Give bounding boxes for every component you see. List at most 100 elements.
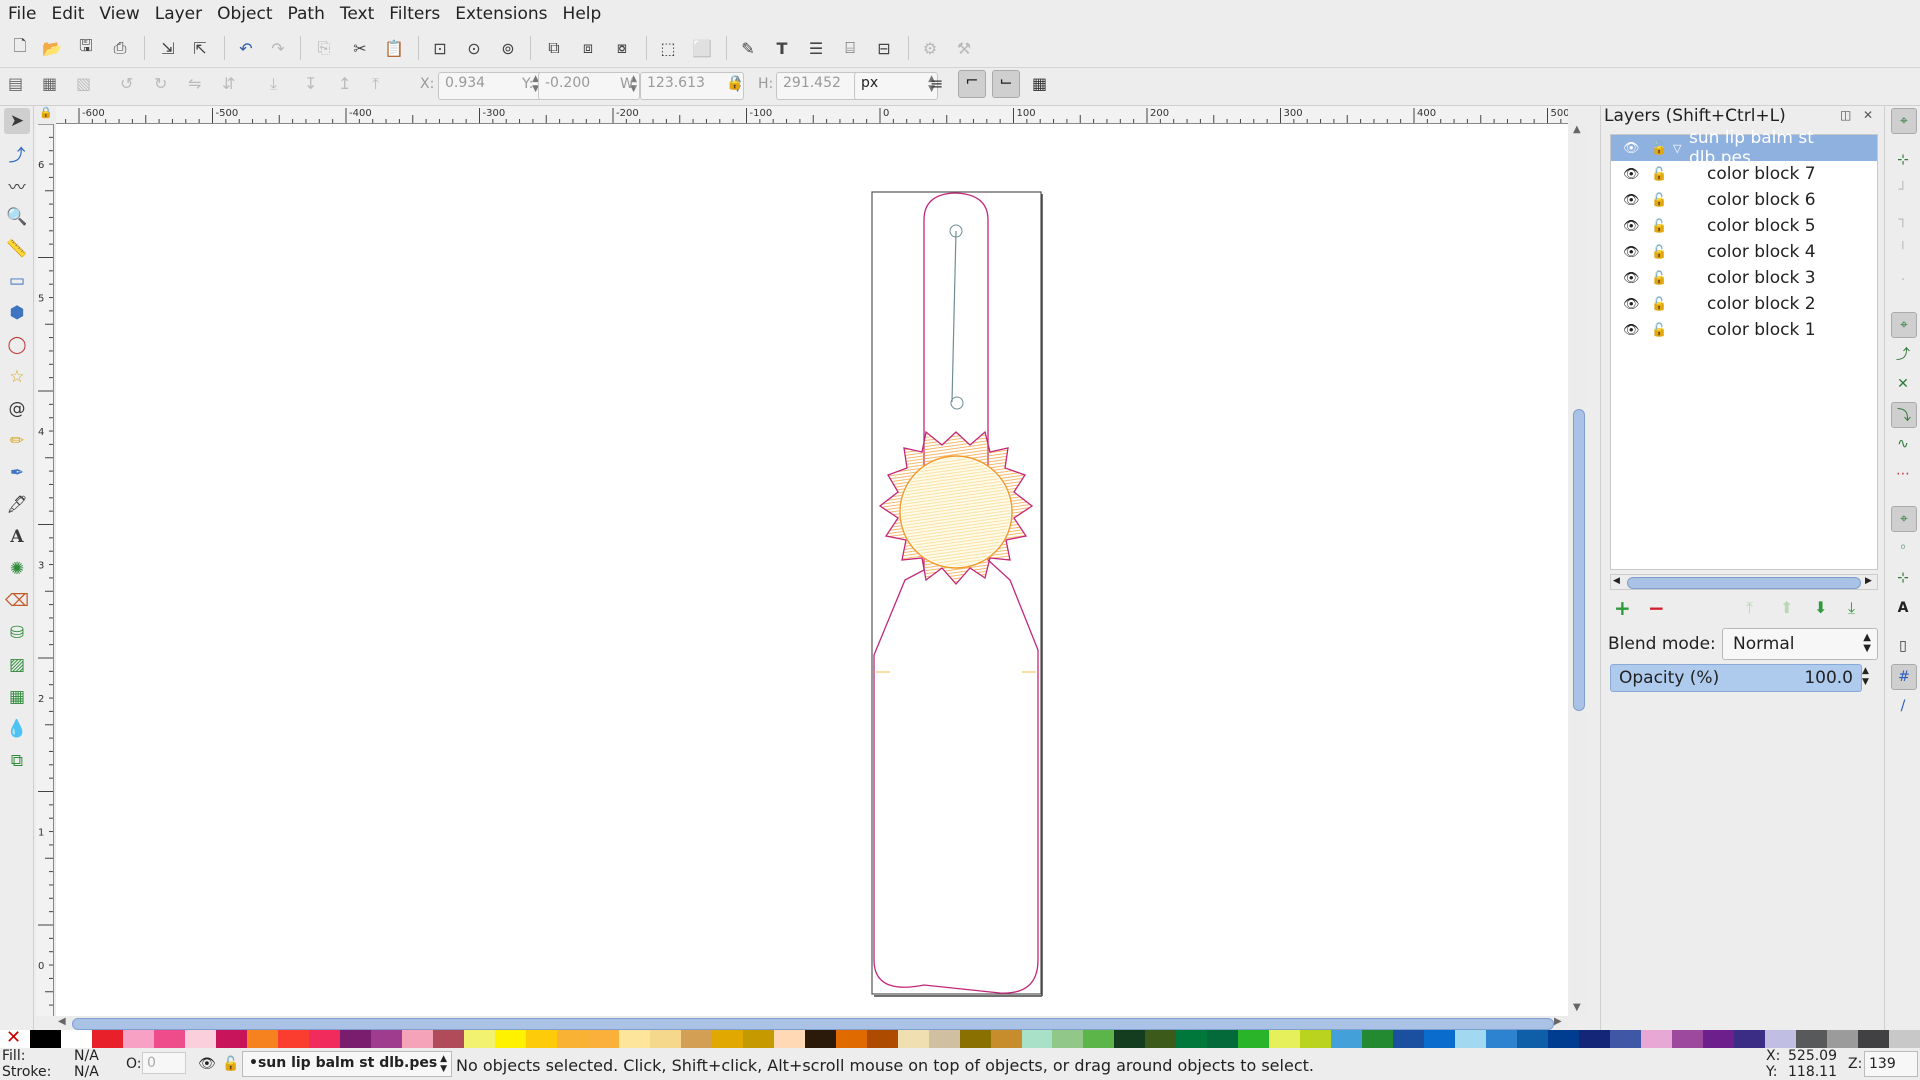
layer-row[interactable]: 👁 🔓 color block 6 (1611, 187, 1877, 213)
palette-swatch[interactable] (370, 1030, 402, 1048)
menu-path[interactable]: Path (288, 4, 325, 24)
snap-path-icon[interactable]: ⤴ (1891, 342, 1915, 366)
fill-stroke-icon[interactable]: ✎ (736, 36, 760, 60)
palette-swatch[interactable] (184, 1030, 216, 1048)
vertical-scrollbar[interactable]: ▲ ▼ (1570, 124, 1586, 1016)
current-layer-select[interactable]: •sun lip balm st dlb.pes ▲ ▼ (242, 1051, 452, 1077)
snap-page-border-icon[interactable]: ▯ (1891, 634, 1915, 658)
scroll-left-icon[interactable]: ◀ (58, 1016, 66, 1027)
layer-row[interactable]: 👁 🔓 color block 2 (1611, 291, 1877, 317)
stroke-value[interactable]: N/A (74, 1064, 99, 1080)
palette-swatch[interactable] (30, 1030, 61, 1048)
layer-lock-icon[interactable]: 🔓 (222, 1056, 239, 1072)
lock-icon[interactable]: 🔓 (1651, 297, 1667, 312)
lock-icon[interactable]: 🔓 (1651, 271, 1667, 286)
layer-raise-icon[interactable]: ⬆ (1780, 598, 1793, 617)
move-gradients-icon[interactable]: ⌙ (992, 70, 1020, 98)
layer-visibility-icon[interactable]: 👁 (198, 1056, 216, 1072)
unlink-clone-icon[interactable]: ⧇ (610, 36, 634, 60)
palette-swatch[interactable] (1579, 1030, 1611, 1048)
save-icon[interactable]: 🖫 (74, 36, 98, 60)
spiral-tool-icon[interactable]: @ (4, 396, 30, 422)
lock-icon[interactable]: 🔓 (1651, 193, 1667, 208)
preferences-icon[interactable]: ⚒ (952, 36, 976, 60)
lock-icon[interactable]: 🔓 (1651, 167, 1667, 182)
opacity-field[interactable]: 0 (142, 1052, 186, 1074)
palette-swatch[interactable] (339, 1030, 371, 1048)
visibility-icon[interactable]: 👁 (1623, 193, 1640, 208)
palette-swatch[interactable] (1486, 1030, 1518, 1048)
rectangle-tool-icon[interactable]: ▭ (4, 268, 30, 294)
palette-swatch[interactable] (1021, 1030, 1053, 1048)
layer-row-root[interactable]: 👁 🔓 ▽ sun lip balm st dlb.pes (1611, 128, 1877, 168)
palette-swatch[interactable] (1796, 1030, 1828, 1048)
palette-swatch[interactable] (649, 1030, 681, 1048)
menu-extensions[interactable]: Extensions (455, 4, 547, 24)
snap-guide-icon[interactable]: / (1891, 694, 1915, 718)
palette-swatch[interactable] (246, 1030, 278, 1048)
snap-grid-icon[interactable]: # (1891, 664, 1917, 690)
snap-others-icon[interactable]: ⌖ (1891, 506, 1917, 532)
flip-horizontal-icon[interactable]: ⇋ (188, 74, 201, 93)
palette-swatch[interactable] (711, 1030, 743, 1048)
snap-rotation-center-icon[interactable]: ⊹ (1891, 566, 1915, 590)
layer-row[interactable]: 👁 🔓 color block 5 (1611, 213, 1877, 239)
palette-swatch[interactable] (1455, 1030, 1487, 1048)
palette-swatch[interactable] (1300, 1030, 1332, 1048)
zoom-selection-icon[interactable]: ⊡ (428, 36, 452, 60)
palette-swatch[interactable] (1145, 1030, 1177, 1048)
snap-nodes-icon[interactable]: ⌖ (1891, 312, 1917, 338)
calligraphy-tool-icon[interactable]: 🖋 (4, 492, 30, 518)
visibility-icon[interactable]: 👁 (1623, 141, 1640, 156)
select-all-icon[interactable]: ▤ (8, 74, 23, 93)
palette-swatch[interactable] (432, 1030, 464, 1048)
snap-bbox-icon[interactable]: ⊹ (1891, 148, 1915, 172)
snap-intersection-icon[interactable]: ✕ (1891, 372, 1915, 396)
snap-bbox-corner-icon[interactable]: ┐ (1891, 208, 1915, 232)
paint-bucket-tool-icon[interactable]: ⛁ (4, 620, 30, 646)
layer-row[interactable]: 👁 🔓 color block 1 (1611, 317, 1877, 343)
palette-swatch[interactable] (525, 1030, 557, 1048)
lock-ratio-icon[interactable]: 🔒 (726, 75, 743, 91)
palette-swatch[interactable] (990, 1030, 1022, 1048)
layer-row[interactable]: 👁 🔓 color block 4 (1611, 239, 1877, 265)
palette-swatch[interactable] (1703, 1030, 1735, 1048)
palette-swatch[interactable] (277, 1030, 309, 1048)
palette-swatch[interactable] (1858, 1030, 1890, 1048)
palette-swatch[interactable] (866, 1030, 898, 1048)
palette-swatch[interactable] (1238, 1030, 1270, 1048)
palette-swatch[interactable] (1734, 1030, 1766, 1048)
dock-close-icon[interactable]: ✕ (1863, 108, 1873, 122)
visibility-icon[interactable]: 👁 (1623, 297, 1640, 312)
horizontal-ruler[interactable]: -600 -500 -400 -300 -200 -100 0 100 200 300 400 500 (56, 106, 1568, 124)
snap-cusp-icon[interactable]: ⤵ (1891, 402, 1917, 428)
palette-swatch[interactable] (215, 1030, 247, 1048)
palette-swatch[interactable] (1052, 1030, 1084, 1048)
visibility-icon[interactable]: 👁 (1623, 167, 1640, 182)
palette-swatch[interactable] (1765, 1030, 1797, 1048)
visibility-icon[interactable]: 👁 (1623, 271, 1640, 286)
menu-help[interactable]: Help (563, 4, 602, 24)
selector-tool-icon[interactable]: ➤ (4, 108, 30, 134)
layer-row[interactable]: 👁 🔓 color block 3 (1611, 265, 1877, 291)
raise-icon[interactable]: ↥ (338, 74, 351, 93)
zoom-field[interactable]: 139 (1864, 1051, 1918, 1077)
palette-swatch[interactable] (1362, 1030, 1394, 1048)
palette-swatch[interactable] (91, 1030, 123, 1048)
pencil-tool-icon[interactable]: ✏ (4, 428, 30, 454)
print-icon[interactable]: ⎙ (108, 36, 132, 60)
drawing-canvas[interactable] (56, 124, 1568, 1016)
copy-icon[interactable]: ⎘ (312, 36, 336, 60)
raise-to-top-icon[interactable]: ⤒ (372, 74, 379, 94)
lower-icon[interactable]: ↧ (304, 74, 317, 93)
vertical-ruler[interactable]: 6 5 4 3 2 1 0 (36, 124, 54, 1016)
palette-swatch[interactable] (153, 1030, 185, 1048)
snap-bbox-edge-icon[interactable]: ┘ (1891, 178, 1915, 202)
add-layer-icon[interactable]: + (1614, 596, 1631, 620)
palette-swatch[interactable] (1827, 1030, 1859, 1048)
document-properties-icon[interactable]: ⚙ (918, 36, 942, 60)
palette-swatch[interactable] (1331, 1030, 1363, 1048)
clone-icon[interactable]: ⧈ (576, 36, 600, 60)
lock-icon[interactable]: 🔓 (1651, 323, 1667, 338)
export-icon[interactable]: ⇱ (188, 36, 212, 60)
